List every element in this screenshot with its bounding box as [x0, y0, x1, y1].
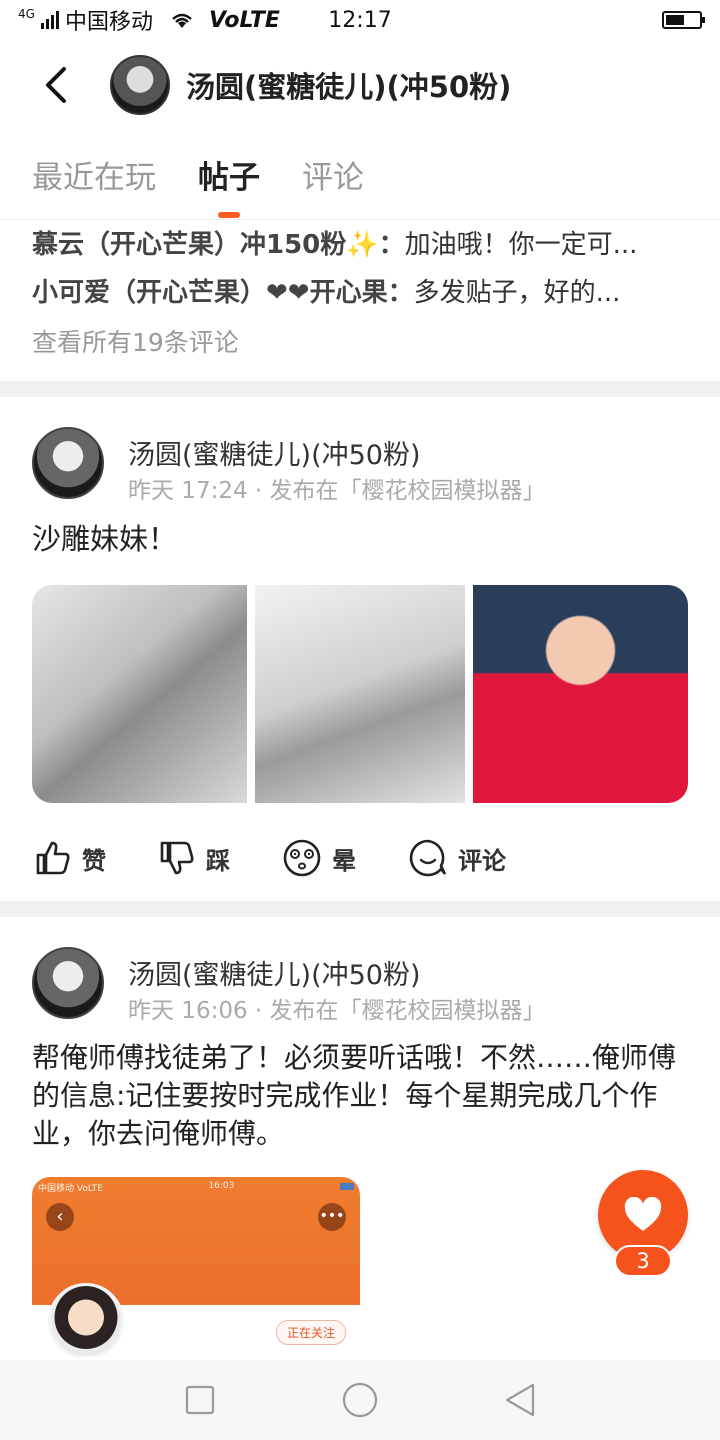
embedded-status-time: 16:03: [208, 1181, 235, 1191]
tab-comments[interactable]: 评论: [302, 134, 364, 215]
back-button[interactable]: [0, 40, 110, 130]
recent-apps-button[interactable]: [170, 1370, 230, 1430]
comment-text: 多发贴子，好的...: [413, 278, 621, 308]
post-card[interactable]: 汤圆(蜜糖徒儿)(冲50粉) 昨天 17:24 · 发布在「樱花校园模拟器」 沙…: [0, 397, 720, 913]
section-divider: [0, 381, 720, 397]
home-button[interactable]: [330, 1370, 390, 1430]
comment-user: 小可爱（开心芒果）❤❤开心果：: [32, 278, 414, 308]
dizzy-face-icon: [283, 839, 321, 877]
heart-icon: [624, 1197, 662, 1231]
tab-posts[interactable]: 帖子: [198, 134, 260, 215]
view-all-comments-link[interactable]: 查看所有19条评论: [32, 317, 688, 369]
back-nav-button[interactable]: [490, 1370, 550, 1430]
dizzy-button[interactable]: 晕: [282, 838, 356, 878]
comment-item[interactable]: 小可爱（开心芒果）❤❤开心果：多发贴子，好的...: [32, 269, 688, 317]
post-image[interactable]: [473, 585, 688, 803]
circle-icon: [342, 1382, 378, 1418]
post-image[interactable]: [255, 585, 465, 803]
comments-preview: 慕云（开心芒果）冲150粉✨：加油哦！你一定可... 小可爱（开心芒果）❤❤开心…: [0, 221, 720, 381]
embedded-back-icon: ‹: [46, 1203, 74, 1231]
post-images: [0, 585, 720, 803]
chevron-left-icon: [46, 67, 66, 103]
dizzy-label: 晕: [332, 846, 356, 875]
system-nav-bar: [0, 1360, 720, 1440]
post-meta: 昨天 17:24 · 发布在「樱花校园模拟器」: [128, 478, 546, 504]
comment-button[interactable]: 评论: [408, 838, 506, 878]
post-actions: 赞 踩 晕 评论: [0, 803, 720, 913]
embedded-follow-badge: 正在关注: [275, 1320, 346, 1345]
thumbs-down-icon: [160, 841, 194, 875]
thumbs-up-icon: [36, 841, 70, 875]
post-image[interactable]: [32, 585, 247, 803]
battery-icon: [662, 11, 705, 29]
author-avatar[interactable]: [32, 427, 104, 499]
tab-recent-playing[interactable]: 最近在玩: [32, 134, 156, 215]
post-header: 汤圆(蜜糖徒儿)(冲50粉) 昨天 17:24 · 发布在「樱花校园模拟器」: [0, 413, 720, 504]
dislike-button[interactable]: 踩: [158, 839, 230, 877]
like-button[interactable]: 赞: [34, 839, 106, 877]
comment-bubble-icon: [409, 839, 447, 877]
post-text: 帮俺师傅找徒弟了！必须要听话哦！不然……俺师傅的信息:记住要按时完成作业！每个星…: [32, 1041, 677, 1150]
triangle-back-icon: [505, 1383, 535, 1417]
comment-item[interactable]: 慕云（开心芒果）冲150粉✨：加油哦！你一定可...: [32, 221, 688, 269]
embedded-status-bar: 中国移动 VoLTE 16:03: [38, 1181, 354, 1194]
post-meta: 昨天 16:06 · 发布在「樱花校园模拟器」: [128, 998, 546, 1024]
comment-user: 慕云（开心芒果）冲150粉✨：: [32, 230, 405, 260]
comment-label: 评论: [458, 846, 506, 875]
status-bar: 4G 中国移动 VoLTE 12:17: [0, 0, 720, 40]
post-author[interactable]: 汤圆(蜜糖徒儿)(冲50粉): [128, 953, 421, 992]
author-avatar[interactable]: [32, 947, 104, 1019]
embedded-more-icon: •••: [318, 1203, 346, 1231]
dislike-label: 踩: [206, 846, 230, 875]
post-card[interactable]: 汤圆(蜜糖徒儿)(冲50粉) 昨天 16:06 · 发布在「樱花校园模拟器」 帮…: [0, 917, 720, 1357]
square-icon: [185, 1385, 215, 1415]
section-divider: [0, 901, 720, 917]
post-image[interactable]: 中国移动 VoLTE 16:03 ‹ ••• 正在关注: [32, 1177, 360, 1357]
post-header: 汤圆(蜜糖徒儿)(冲50粉) 昨天 16:06 · 发布在「樱花校园模拟器」: [0, 933, 720, 1024]
embedded-battery-icon: [339, 1183, 354, 1190]
post-author[interactable]: 汤圆(蜜糖徒儿)(冲50粉): [128, 433, 421, 472]
header-avatar[interactable]: [110, 55, 170, 115]
embedded-status-left: 中国移动 VoLTE: [38, 1184, 103, 1194]
tab-bar: 最近在玩 帖子 评论: [0, 130, 720, 220]
header: 汤圆(蜜糖徒儿)(冲50粉): [0, 40, 720, 130]
like-count-badge: 3: [614, 1245, 672, 1277]
post-text: 沙雕妹妹！: [32, 522, 178, 556]
comment-text: 加油哦！你一定可...: [404, 230, 638, 260]
status-time: 12:17: [328, 7, 392, 33]
status-right: [662, 11, 705, 29]
page-title: 汤圆(蜜糖徒儿)(冲50粉): [186, 70, 512, 104]
embedded-avatar: [48, 1283, 124, 1357]
like-label: 赞: [82, 846, 106, 875]
